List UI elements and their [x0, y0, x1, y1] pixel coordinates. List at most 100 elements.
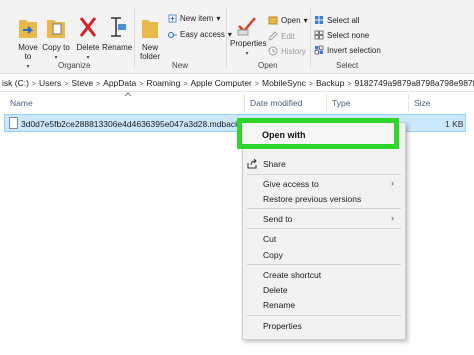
menu-separator: [247, 315, 401, 316]
new-folder-label-2: folder: [139, 52, 160, 61]
menu-item-create-shortcut[interactable]: Create shortcut: [263, 270, 321, 280]
open-label: Open: [281, 15, 301, 25]
open-icon: [268, 16, 278, 25]
new-folder-icon: [142, 20, 158, 38]
invert-selection-button[interactable]: Invert selection: [314, 45, 381, 55]
edit-pencil-icon: [268, 31, 278, 41]
chevron-right-icon: >: [64, 81, 69, 88]
open-group-label: Open: [258, 61, 278, 70]
menu-item-share[interactable]: Share: [263, 159, 286, 169]
chevron-right-icon: >: [96, 81, 101, 88]
select-none-icon: [314, 30, 324, 40]
new-folder-label-1: New: [141, 43, 158, 52]
address-bar[interactable]: isk (C:) > Users > Steve > AppData > Roaming > App…: [0, 75, 474, 92]
file-name: 3d0d7e5fb2ce288813306e4d4636395e047a3d28…: [21, 119, 249, 129]
menu-separator: [247, 264, 401, 265]
sort-chevron-up-icon: [124, 92, 132, 97]
open-with-label: Open with: [262, 130, 306, 140]
history-button[interactable]: History: [268, 46, 306, 56]
menu-separator: [247, 174, 401, 175]
column-type[interactable]: Type: [332, 98, 350, 108]
column-divider[interactable]: [408, 94, 409, 112]
chevron-right-icon: >: [183, 81, 188, 88]
copy-to-button[interactable]: Copy to ▾: [42, 14, 70, 63]
breadcrumb-backup-folder[interactable]: 9182749a9879a8798a798e987f: [354, 75, 474, 91]
edit-label: Edit: [281, 31, 295, 41]
chevron-right-icon: ›: [391, 213, 394, 223]
select-all-label: Select all: [327, 15, 360, 25]
copy-to-icon: [47, 20, 65, 38]
column-size[interactable]: Size: [414, 98, 431, 108]
breadcrumb-mobilesync[interactable]: MobileSync: [262, 75, 306, 91]
chevron-right-icon: >: [347, 81, 352, 88]
column-divider[interactable]: [244, 94, 245, 112]
edit-button[interactable]: Edit: [268, 31, 295, 41]
menu-separator: [247, 228, 401, 229]
breadcrumb-appdata[interactable]: AppData: [103, 75, 136, 91]
move-to-icon: [19, 20, 37, 38]
chevron-right-icon: ›: [391, 178, 394, 188]
menu-item-cut[interactable]: Cut: [263, 234, 276, 244]
ribbon-divider: [226, 8, 227, 68]
select-all-button[interactable]: Select all: [314, 15, 359, 25]
select-all-icon: [315, 16, 323, 24]
open-button[interactable]: Open ▾: [268, 15, 308, 25]
properties-check-icon: [237, 17, 256, 36]
select-none-button[interactable]: Select none: [314, 30, 369, 40]
menu-item-properties[interactable]: Properties: [263, 321, 302, 331]
breadcrumb-users[interactable]: Users: [39, 75, 61, 91]
delete-label: Delete: [76, 43, 100, 52]
rename-label: Rename: [102, 43, 133, 52]
menu-item-give-access-to[interactable]: Give access to: [263, 179, 319, 189]
copy-to-label: Copy to: [42, 43, 70, 52]
easy-access-label: Easy access: [180, 30, 225, 39]
menu-item-restore-previous-versions[interactable]: Restore previous versions: [263, 194, 361, 204]
new-item-icon: [168, 14, 177, 23]
ribbon: Move to ▾ Copy to ▾ Delete ▾ Rename Organiz…: [0, 0, 474, 74]
file-icon: [9, 117, 18, 129]
column-date-modified[interactable]: Date modified: [250, 98, 302, 108]
chevron-right-icon: >: [31, 81, 37, 88]
delete-x-icon: [79, 17, 97, 37]
easy-access-button[interactable]: Easy access ▾: [168, 30, 232, 39]
file-size: 1 KB: [445, 119, 464, 129]
breadcrumb-backup[interactable]: Backup: [316, 75, 344, 91]
delete-button[interactable]: Delete ▾: [74, 14, 102, 63]
select-group-label: Select: [336, 61, 359, 70]
menu-item-delete[interactable]: Delete: [263, 285, 288, 295]
rename-button[interactable]: Rename: [102, 14, 133, 52]
properties-button[interactable]: Properties ▾: [230, 14, 267, 59]
new-folder-button[interactable]: New folder: [138, 14, 162, 61]
rename-icon: [111, 17, 126, 37]
properties-label: Properties: [230, 39, 267, 48]
context-menu: Share Give access to › Restore previous …: [242, 122, 406, 340]
breadcrumb-roaming[interactable]: Roaming: [146, 75, 180, 91]
breadcrumb-steve[interactable]: Steve: [71, 75, 93, 91]
share-icon: [247, 159, 257, 169]
move-to-button[interactable]: Move to ▾: [14, 14, 42, 72]
chevron-right-icon: >: [139, 81, 144, 88]
organize-group-label: Organize: [58, 61, 91, 70]
new-item-button[interactable]: New item ▾: [168, 14, 220, 23]
new-item-label: New item: [180, 14, 214, 23]
breadcrumb-apple-computer[interactable]: Apple Computer: [190, 75, 251, 91]
menu-item-rename[interactable]: Rename: [263, 300, 295, 310]
column-name[interactable]: Name: [10, 98, 33, 108]
menu-item-open-with[interactable]: Open with: [237, 118, 399, 149]
menu-item-send-to[interactable]: Send to: [263, 214, 292, 224]
chevron-right-icon: >: [308, 81, 314, 88]
invert-selection-label: Invert selection: [327, 45, 381, 55]
column-divider[interactable]: [326, 94, 327, 112]
chevron-right-icon: >: [254, 81, 259, 88]
easy-access-icon: [168, 32, 177, 38]
move-to-label: Move to: [18, 43, 38, 61]
ribbon-divider: [310, 8, 311, 68]
menu-item-copy[interactable]: Copy: [263, 250, 283, 260]
history-icon: [268, 46, 278, 56]
select-none-label: Select none: [327, 30, 370, 40]
breadcrumb-drive[interactable]: isk (C:): [2, 75, 29, 91]
menu-separator: [247, 208, 401, 209]
column-header: Name Date modified Type Size: [0, 92, 474, 112]
ribbon-divider: [134, 8, 135, 68]
invert-selection-icon: [314, 45, 324, 55]
